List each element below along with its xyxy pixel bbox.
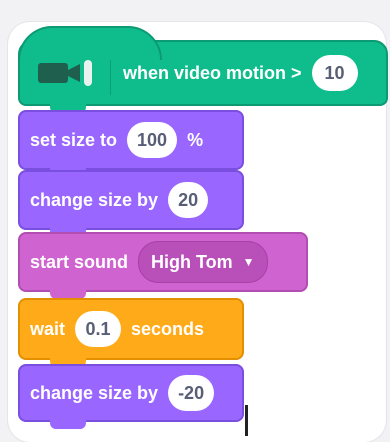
set-size-input[interactable]: 100	[127, 122, 178, 158]
code-workspace: when video motion > 10 set size to 100 %…	[0, 0, 390, 442]
wait-block[interactable]: wait 0.1 seconds	[18, 298, 244, 367]
start-sound-label: start sound	[30, 251, 129, 272]
seconds-label: seconds	[131, 318, 205, 339]
chevron-down-icon: ▼	[242, 255, 255, 269]
change-size-input[interactable]: 20	[168, 182, 209, 218]
sound-dropdown[interactable]: High Tom ▼	[138, 241, 268, 283]
wait-input[interactable]: 0.1	[75, 311, 122, 347]
connector-line	[245, 405, 248, 436]
change-size-block-2[interactable]: change size by -20	[18, 364, 244, 429]
change-size-label-2: change size by	[30, 382, 159, 403]
change-size-label: change size by	[30, 189, 159, 210]
start-sound-block[interactable]: start sound High Tom ▼	[18, 232, 308, 299]
hat-label: when video motion >	[123, 62, 302, 83]
video-camera-icon	[36, 56, 96, 90]
change-size-input-2[interactable]: -20	[168, 375, 215, 411]
wait-label: wait	[30, 318, 66, 339]
set-size-label: set size to	[30, 129, 118, 150]
when-video-motion-block[interactable]: when video motion > 10	[18, 26, 388, 113]
change-size-block[interactable]: change size by 20	[18, 170, 244, 237]
hat-separator	[110, 51, 111, 95]
motion-threshold-input[interactable]: 10	[311, 55, 358, 91]
change-size-notch-2	[50, 419, 86, 429]
sound-dropdown-value: High Tom	[151, 251, 233, 272]
set-size-block[interactable]: set size to 100 %	[18, 110, 244, 177]
percent-label: %	[187, 129, 204, 150]
